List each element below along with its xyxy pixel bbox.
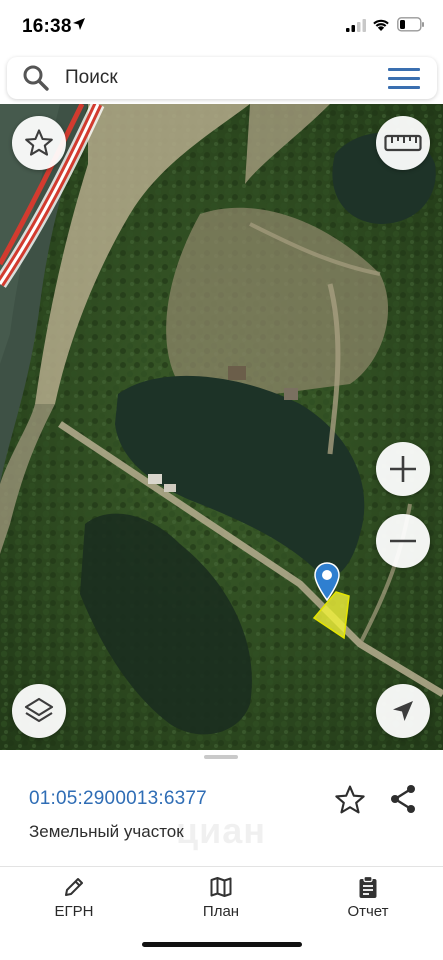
layers-button[interactable] (12, 684, 66, 738)
map-icon (210, 877, 232, 897)
satellite-map[interactable] (0, 104, 443, 750)
cellular-signal-icon (346, 19, 366, 37)
sheet-drag-handle[interactable] (204, 755, 238, 759)
satellite-imagery (0, 104, 443, 750)
zoom-in-button[interactable] (376, 442, 430, 496)
minus-icon (390, 539, 416, 543)
star-outline-icon (25, 129, 53, 156)
ruler-icon (384, 134, 422, 152)
locate-me-button[interactable] (376, 684, 430, 738)
home-indicator[interactable] (142, 942, 302, 947)
status-time: 16:38 (22, 16, 72, 37)
clipboard-icon (359, 875, 377, 898)
tab-label: ЕГРН (54, 903, 94, 920)
layers-icon (24, 697, 54, 723)
bottom-tab-bar: ЕГРН План Отчет (0, 866, 443, 960)
ruler-button[interactable] (376, 116, 430, 170)
tab-label: Отчет (347, 903, 389, 920)
hamburger-menu-icon[interactable] (388, 67, 422, 91)
battery-low-icon (397, 17, 425, 37)
tab-plan[interactable]: План (161, 875, 281, 925)
parcel-info-sheet: циан 01:05:2900013:6377 Земельный участо… (0, 750, 443, 866)
navigation-arrow-icon (393, 701, 413, 721)
share-icon[interactable] (389, 784, 417, 819)
wifi-icon (371, 17, 391, 37)
cadastral-number-link[interactable]: 01:05:2900013:6377 (29, 788, 207, 810)
map-pin-icon[interactable] (314, 562, 340, 607)
plus-icon (390, 456, 416, 482)
tab-egrn[interactable]: ЕГРН (14, 875, 134, 925)
status-bar: 16:38 (0, 0, 443, 52)
star-outline-icon[interactable] (334, 784, 366, 821)
search-input[interactable] (65, 66, 365, 90)
cian-watermark: циан (176, 810, 267, 851)
favorite-map-button[interactable] (12, 116, 66, 170)
parcel-type-label: Земельный участок (29, 822, 184, 841)
search-bar (7, 57, 437, 99)
tab-label: План (202, 903, 240, 920)
zoom-out-button[interactable] (376, 514, 430, 568)
tab-report[interactable]: Отчет (308, 875, 428, 925)
pencil-icon (65, 878, 83, 896)
location-arrow-icon (72, 17, 86, 36)
search-icon[interactable] (22, 64, 50, 97)
